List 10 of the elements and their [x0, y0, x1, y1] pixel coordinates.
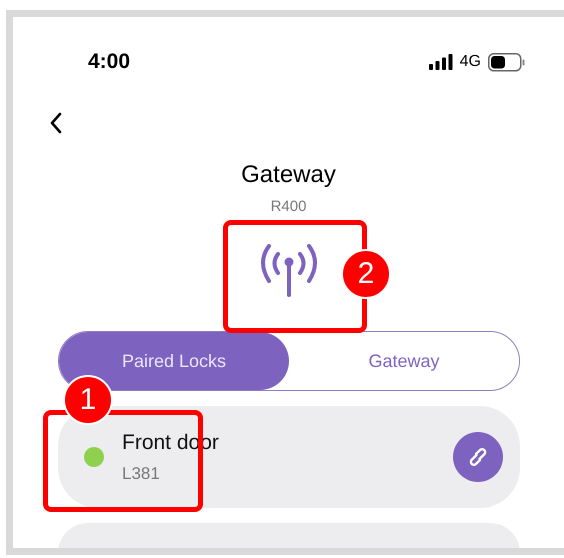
link-button[interactable] — [453, 432, 503, 482]
status-time: 4:00 — [88, 50, 130, 74]
page-title: Gateway — [240, 161, 337, 189]
lock-code: L381 — [122, 464, 161, 484]
network-label: 4G — [460, 53, 481, 71]
model-label: R400 — [270, 198, 308, 215]
battery-icon — [488, 52, 525, 72]
chevron-left-icon — [49, 111, 63, 135]
callout-badge: 2 — [341, 249, 391, 299]
signal-icon — [428, 54, 453, 70]
